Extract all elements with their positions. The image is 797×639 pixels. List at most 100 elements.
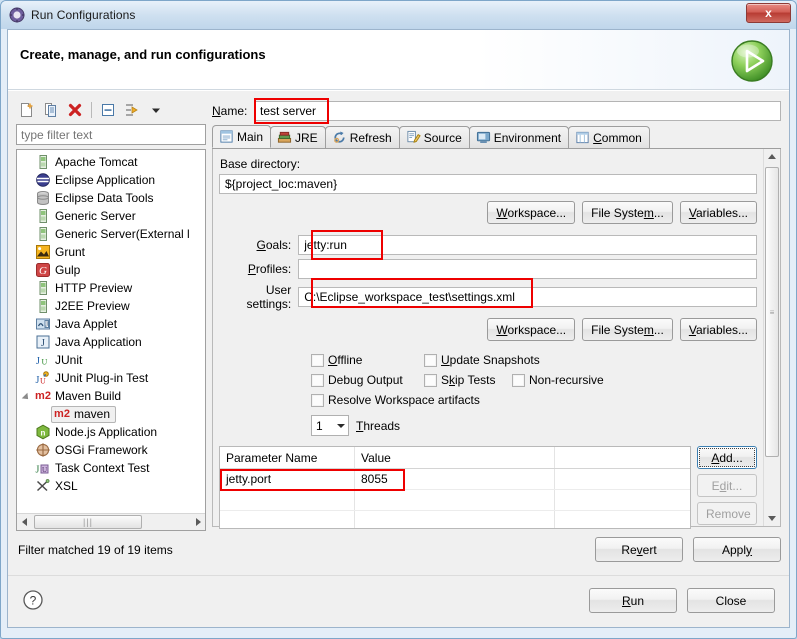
tree-horizontal-scrollbar[interactable]: ||| bbox=[17, 513, 205, 530]
tree-item-label: Generic Server(External l bbox=[55, 227, 190, 241]
hscroll-thumb[interactable]: ||| bbox=[34, 515, 142, 529]
goals-input[interactable] bbox=[298, 235, 757, 255]
dialog-banner: Create, manage, and run configurations bbox=[8, 30, 789, 90]
base-directory-input[interactable] bbox=[219, 174, 757, 194]
delete-configuration-icon[interactable] bbox=[64, 99, 86, 121]
column-header-parameter-name[interactable]: Parameter Name bbox=[220, 447, 355, 468]
content-vertical-scrollbar[interactable]: ≡ bbox=[763, 149, 780, 526]
user-settings-input[interactable] bbox=[298, 287, 757, 307]
run-configurations-window: Run Configurations x Create, manage, and… bbox=[0, 0, 797, 639]
add-parameter-button[interactable]: Add... bbox=[697, 446, 757, 469]
expand-arrow-icon[interactable] bbox=[23, 391, 33, 401]
update-snapshots-checkbox-icon[interactable] bbox=[424, 353, 437, 367]
tree-item-label: Java Application bbox=[55, 335, 142, 349]
tree-item-eclipse-application[interactable]: Eclipse Application bbox=[17, 171, 205, 189]
tree-item-label: maven bbox=[74, 407, 111, 421]
threads-label: Threads bbox=[356, 418, 401, 433]
tab-label: Environment bbox=[493, 130, 562, 145]
tree-item-grunt[interactable]: Grunt bbox=[17, 243, 205, 261]
tab-jre[interactable]: JRE bbox=[270, 126, 326, 148]
close-window-button[interactable]: x bbox=[746, 3, 791, 23]
base-filesystem-button[interactable]: File System... bbox=[582, 201, 673, 224]
tree-item-http-preview[interactable]: HTTP Preview bbox=[17, 279, 205, 297]
tree-item-junit[interactable]: J U JUnit bbox=[17, 351, 205, 369]
checkbox-resolve-workspace-artifacts[interactable]: Resolve Workspace artifacts bbox=[311, 393, 480, 407]
tree-toolbar bbox=[16, 98, 206, 122]
column-header-value[interactable]: Value bbox=[355, 447, 555, 468]
tree-item-j2ee-preview[interactable]: J2EE Preview bbox=[17, 297, 205, 315]
run-button[interactable]: Run bbox=[589, 588, 677, 613]
tree-item-java-applet[interactable]: J Java Applet bbox=[17, 315, 205, 333]
non-recursive-checkbox-icon[interactable] bbox=[512, 373, 525, 387]
scroll-up-icon[interactable] bbox=[764, 149, 780, 166]
chevron-down-icon[interactable] bbox=[145, 99, 167, 121]
threads-select[interactable]: 1 bbox=[311, 415, 349, 436]
task-context-icon: JU bbox=[35, 460, 51, 476]
parameters-table[interactable]: Parameter Name Value jetty.port 8055 bbox=[219, 446, 691, 529]
tree-item-junit-plug-in-test[interactable]: J U JUnit Plug-in Test bbox=[17, 369, 205, 387]
checkbox-offline[interactable]: Offline bbox=[311, 353, 424, 367]
remove-parameter-button: Remove bbox=[697, 502, 757, 525]
scroll-grip-icon: ≡ bbox=[769, 307, 775, 317]
tree-item-task-context-test[interactable]: J U Task Context Test bbox=[17, 459, 205, 477]
skip-tests-checkbox-icon[interactable] bbox=[424, 373, 437, 387]
configurations-tree[interactable]: Apache Tomcat Eclipse Application Eclipse … bbox=[16, 149, 206, 531]
table-row[interactable] bbox=[220, 490, 690, 511]
configuration-name-input[interactable] bbox=[254, 101, 781, 121]
base-workspace-button[interactable]: Workspace... bbox=[487, 201, 576, 224]
profiles-input[interactable] bbox=[298, 259, 757, 279]
offline-checkbox-icon[interactable] bbox=[311, 353, 324, 367]
checkbox-debug-output[interactable]: Debug Output bbox=[311, 373, 424, 387]
selected-item-pill[interactable]: m2 maven bbox=[51, 405, 117, 423]
checkbox-skip-tests[interactable]: Skip Tests bbox=[424, 373, 512, 387]
table-rows-container: jetty.port 8055 bbox=[220, 469, 690, 528]
tab-source[interactable]: Source bbox=[398, 126, 470, 148]
tree-item-label: Generic Server bbox=[55, 209, 136, 223]
tab-main[interactable]: Main bbox=[212, 125, 272, 148]
collapse-all-icon[interactable] bbox=[97, 99, 119, 121]
settings-workspace-button[interactable]: Workspace... bbox=[487, 318, 576, 341]
filter-icon[interactable] bbox=[121, 99, 143, 121]
revert-button[interactable]: Revert bbox=[595, 537, 683, 562]
run-config-icon bbox=[9, 7, 25, 23]
base-variables-button[interactable]: Variables... bbox=[679, 201, 757, 224]
tree-item-generic-server[interactable]: Generic Server bbox=[17, 207, 205, 225]
vscroll-thumb[interactable]: ≡ bbox=[765, 167, 779, 457]
apply-button[interactable]: Apply bbox=[693, 537, 781, 562]
duplicate-configuration-icon[interactable] bbox=[40, 99, 62, 121]
search-input[interactable] bbox=[16, 124, 206, 145]
dialog-footer: ? Run Close bbox=[8, 575, 789, 627]
settings-filesystem-button[interactable]: File System... bbox=[582, 318, 673, 341]
scroll-left-icon[interactable] bbox=[17, 515, 33, 530]
tree-item-osgi-framework[interactable]: OSGi Framework bbox=[17, 441, 205, 459]
close-icon: x bbox=[765, 6, 772, 20]
resolve-workspace-checkbox-icon[interactable] bbox=[311, 393, 324, 407]
tree-item-node-js-application[interactable]: n Node.js Application bbox=[17, 423, 205, 441]
configuration-editor-panel: Name: Main JRE Refresh Source Environment Com… bbox=[212, 98, 781, 569]
checkbox-non-recursive[interactable]: Non-recursive bbox=[512, 373, 604, 387]
close-button[interactable]: Close bbox=[687, 588, 775, 613]
tree-item-maven[interactable]: m2 maven bbox=[17, 405, 205, 423]
tree-item-xsl[interactable]: XSL bbox=[17, 477, 205, 495]
help-question-icon[interactable]: ? bbox=[22, 589, 44, 611]
scroll-down-icon[interactable] bbox=[764, 509, 780, 526]
tab-refresh[interactable]: Refresh bbox=[324, 126, 400, 148]
tree-item-gulp[interactable]: G Gulp bbox=[17, 261, 205, 279]
tab-environment[interactable]: Environment bbox=[468, 126, 570, 148]
tree-item-eclipse-data-tools[interactable]: Eclipse Data Tools bbox=[17, 189, 205, 207]
checkbox-update-snapshots[interactable]: Update Snapshots bbox=[424, 353, 540, 367]
tree-item-apache-tomcat[interactable]: Apache Tomcat bbox=[17, 153, 205, 171]
tree-item-generic-server-external-l[interactable]: Generic Server(External l bbox=[17, 225, 205, 243]
tree-item-maven-build[interactable]: m2 Maven Build bbox=[17, 387, 205, 405]
column-header-extra[interactable] bbox=[555, 447, 690, 468]
new-configuration-icon[interactable] bbox=[16, 99, 38, 121]
debug-output-checkbox-icon[interactable] bbox=[311, 373, 324, 387]
tab-common[interactable]: Common bbox=[568, 126, 650, 148]
table-row[interactable]: jetty.port 8055 bbox=[220, 469, 690, 490]
tree-item-label: Java Applet bbox=[55, 317, 118, 331]
scroll-right-icon[interactable] bbox=[189, 515, 205, 530]
chevron-down-icon bbox=[337, 424, 345, 428]
tree-item-java-application[interactable]: J Java Application bbox=[17, 333, 205, 351]
table-row[interactable] bbox=[220, 511, 690, 528]
settings-variables-button[interactable]: Variables... bbox=[679, 318, 757, 341]
